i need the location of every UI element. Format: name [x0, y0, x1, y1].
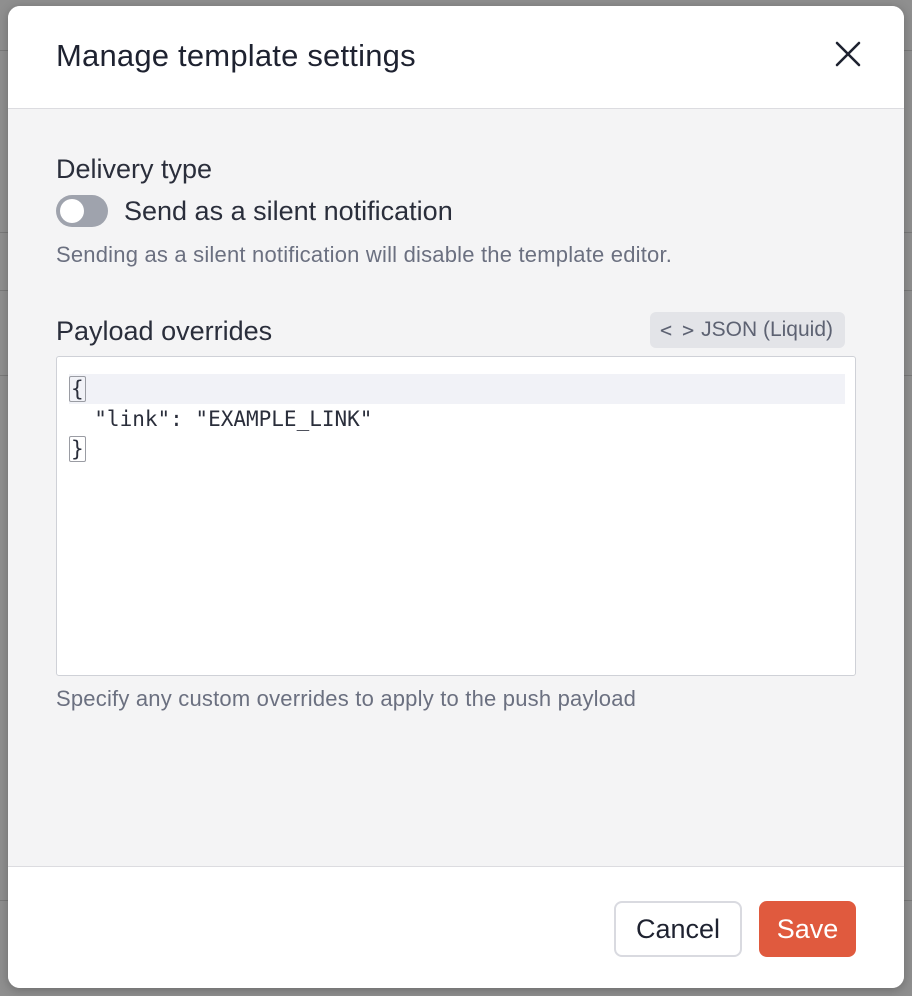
format-badge: < > JSON (Liquid): [650, 312, 846, 348]
format-label: JSON (Liquid): [701, 318, 834, 341]
editor-line[interactable]: "link": "EXAMPLE_LINK": [69, 404, 845, 434]
background-divider: [904, 900, 912, 901]
payload-help-text: Specify any custom overrides to apply to…: [56, 686, 637, 711]
silent-notification-label[interactable]: Send as a silent notification: [124, 196, 453, 227]
background-divider: [0, 375, 8, 376]
matching-brace: }: [69, 436, 86, 462]
template-settings-dialog: Manage template settings Delivery type S…: [8, 6, 904, 988]
payload-code-editor[interactable]: { "link": "EXAMPLE_LINK" }: [56, 356, 856, 676]
background-divider: [0, 900, 8, 901]
editor-line[interactable]: {: [69, 374, 845, 404]
editor-line[interactable]: }: [69, 434, 845, 464]
delivery-help-text: Sending as a silent notification will di…: [56, 242, 673, 267]
cancel-button[interactable]: Cancel: [614, 901, 742, 957]
background-divider: [904, 290, 912, 291]
close-button[interactable]: [828, 34, 868, 74]
background-divider: [904, 50, 912, 51]
background-divider: [904, 375, 912, 376]
dialog-footer: Cancel Save: [8, 866, 904, 988]
background-divider: [0, 50, 8, 51]
matching-brace: {: [69, 376, 86, 402]
payload-overrides-label: Payload overrides: [56, 316, 273, 346]
dialog-title: Manage template settings: [56, 38, 416, 73]
delivery-type-label: Delivery type: [56, 154, 213, 184]
code-icon: < >: [660, 318, 694, 342]
dialog-header: Manage template settings: [8, 6, 904, 109]
close-icon: [835, 41, 861, 67]
toggle-knob: [60, 199, 84, 223]
background-divider: [904, 232, 912, 233]
save-button[interactable]: Save: [759, 901, 856, 957]
silent-notification-toggle[interactable]: [56, 195, 108, 227]
background-divider: [0, 290, 8, 291]
background-divider: [0, 232, 8, 233]
